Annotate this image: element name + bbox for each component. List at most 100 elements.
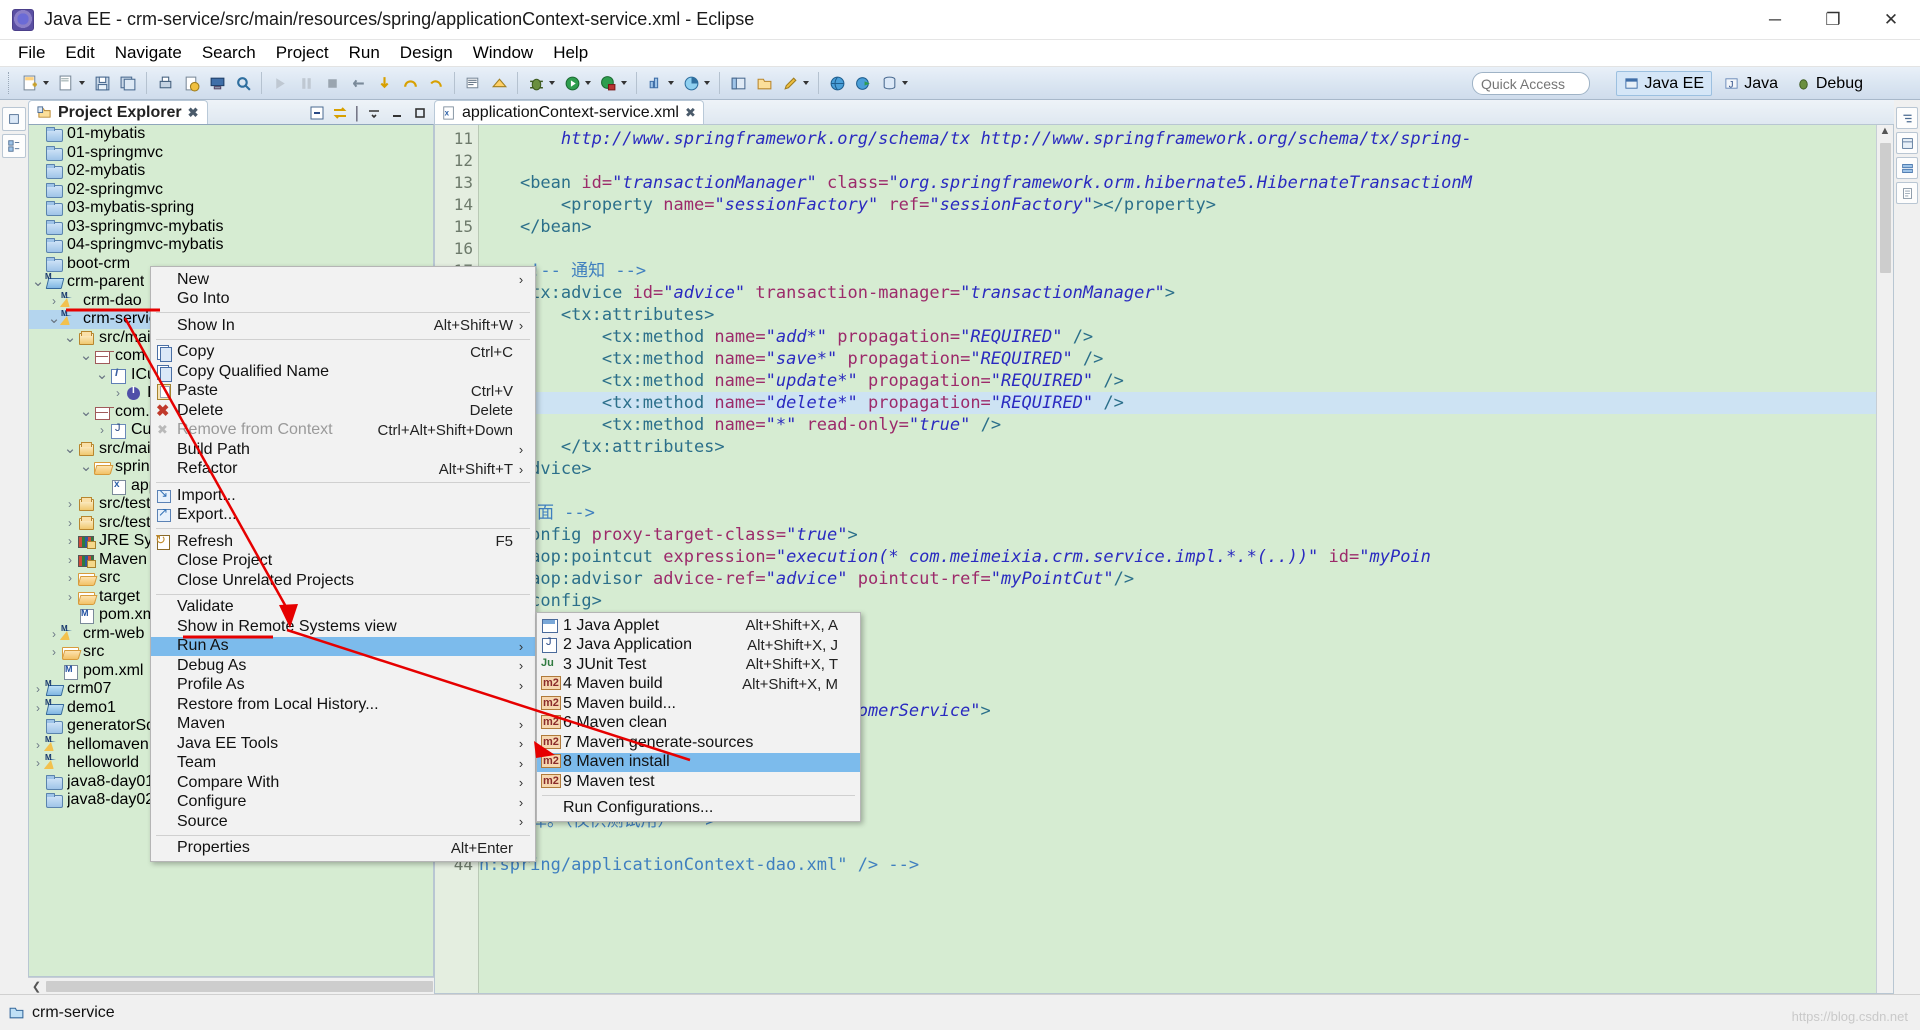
- coverage-dropdown-icon[interactable]: [704, 81, 710, 85]
- menu-item-maven[interactable]: Maven ›: [151, 715, 535, 735]
- menu-item-new[interactable]: New ›: [151, 270, 535, 290]
- view-menu-icon[interactable]: [366, 105, 382, 121]
- palette-view-icon[interactable]: [1896, 132, 1918, 154]
- resume-icon[interactable]: [268, 71, 292, 95]
- code-line[interactable]: </bean>: [479, 216, 1876, 238]
- collapse-all-icon[interactable]: [309, 105, 325, 121]
- menu-project[interactable]: Project: [266, 40, 339, 66]
- chevron-right-icon[interactable]: ›: [63, 571, 77, 585]
- chevron-down-icon[interactable]: ⌄: [79, 459, 93, 474]
- menu-item-build-path[interactable]: Build Path ›: [151, 440, 535, 460]
- menu-item-restore-from-local-history[interactable]: Restore from Local History...: [151, 695, 535, 715]
- project-context-menu[interactable]: New › Go Into Show In Alt+Shift+W › Copy Ctrl+C…: [150, 266, 536, 862]
- debug-dropdown-icon[interactable]: [549, 81, 555, 85]
- step-into-icon[interactable]: [372, 71, 396, 95]
- code-line[interactable]: !-- 切面 -->: [479, 502, 1876, 524]
- restore-view-icon[interactable]: [2, 107, 26, 131]
- minimize-button[interactable]: ─: [1746, 0, 1804, 40]
- open-task-icon[interactable]: [487, 71, 511, 95]
- close-icon[interactable]: ✖: [685, 105, 696, 121]
- chevron-down-icon[interactable]: ⌄: [63, 441, 77, 456]
- code-line[interactable]: <tx:method name="add*" propagation="REQU…: [479, 326, 1876, 348]
- print-icon[interactable]: [153, 71, 177, 95]
- chevron-right-icon[interactable]: ›: [111, 386, 125, 400]
- globe-run-icon[interactable]: [851, 71, 875, 95]
- code-line[interactable]: <aop:advisor advice-ref="advice" pointcu…: [479, 568, 1876, 590]
- explorer-horizontal-scrollbar[interactable]: ❮: [28, 977, 434, 994]
- chevron-right-icon[interactable]: ›: [63, 516, 77, 530]
- menu-design[interactable]: Design: [390, 40, 463, 66]
- chevron-down-icon[interactable]: ⌄: [95, 367, 109, 382]
- run-dropdown-icon[interactable]: [585, 81, 591, 85]
- debug-bug-icon[interactable]: [524, 71, 548, 95]
- code-line[interactable]: [479, 238, 1876, 260]
- menu-item-1-java-applet[interactable]: 1 Java Applet Alt+Shift+X, A: [537, 616, 860, 636]
- profile-dropdown-icon[interactable]: [668, 81, 674, 85]
- edit-dropdown-icon[interactable]: [803, 81, 809, 85]
- menu-file[interactable]: File: [8, 40, 55, 66]
- menu-item-compare-with[interactable]: Compare With ›: [151, 773, 535, 793]
- server-icon[interactable]: [205, 71, 229, 95]
- menu-item-source[interactable]: Source ›: [151, 812, 535, 832]
- menu-navigate[interactable]: Navigate: [105, 40, 192, 66]
- code-line[interactable]: <tx:method name="delete*" propagation="R…: [479, 392, 1876, 414]
- menu-window[interactable]: Window: [463, 40, 543, 66]
- snippets-view-icon[interactable]: [1896, 182, 1918, 204]
- tree-item-04-springmvc-mybatis[interactable]: 04-springmvc-mybatis: [29, 236, 433, 255]
- minimize-view-icon[interactable]: [389, 105, 405, 121]
- chevron-right-icon[interactable]: ›: [31, 682, 45, 696]
- scrollbar-thumb[interactable]: [1879, 143, 1891, 273]
- code-line[interactable]: http://www.springframework.org/schema/tx…: [479, 128, 1876, 150]
- maximize-button[interactable]: ❐: [1804, 0, 1862, 40]
- tree-item-01-mybatis[interactable]: 01-mybatis: [29, 125, 433, 144]
- perspective-java[interactable]: J Java: [1717, 71, 1785, 96]
- menu-item-team[interactable]: Team ›: [151, 754, 535, 774]
- menu-item-refresh[interactable]: Refresh F5: [151, 532, 535, 552]
- disconnect-icon[interactable]: [346, 71, 370, 95]
- chevron-down-icon[interactable]: ⌄: [79, 404, 93, 419]
- menu-edit[interactable]: Edit: [55, 40, 104, 66]
- link-with-editor-icon[interactable]: [332, 105, 348, 121]
- chevron-down-icon[interactable]: ⌄: [79, 348, 93, 363]
- menu-search[interactable]: Search: [192, 40, 266, 66]
- menu-item-show-in[interactable]: Show In Alt+Shift+W ›: [151, 316, 535, 336]
- step-over-icon[interactable]: [398, 71, 422, 95]
- menu-help[interactable]: Help: [543, 40, 598, 66]
- save-all-icon[interactable]: [116, 71, 140, 95]
- code-line[interactable]: <tx:advice id="advice" transaction-manag…: [479, 282, 1876, 304]
- tree-item-02-springmvc[interactable]: 02-springmvc: [29, 181, 433, 200]
- menu-item-remove-from-context[interactable]: Remove from Context Ctrl+Alt+Shift+Down: [151, 421, 535, 441]
- code-line[interactable]: <!-- 通知 -->: [479, 260, 1876, 282]
- source-code[interactable]: http://www.springframework.org/schema/tx…: [479, 125, 1876, 993]
- menu-item-properties[interactable]: Properties Alt+Enter: [151, 839, 535, 859]
- save-icon[interactable]: [90, 71, 114, 95]
- menu-item-close-unrelated-projects[interactable]: Close Unrelated Projects: [151, 571, 535, 591]
- menu-item-delete[interactable]: Delete Delete: [151, 401, 535, 421]
- run-external-dropdown-icon[interactable]: [621, 81, 627, 85]
- menu-item-run-as[interactable]: Run As ›: [151, 636, 535, 656]
- menu-item-close-project[interactable]: Close Project: [151, 552, 535, 572]
- code-line[interactable]: [479, 480, 1876, 502]
- close-button[interactable]: ✕: [1862, 0, 1920, 40]
- maximize-view-icon[interactable]: [412, 105, 428, 121]
- editor-vertical-scrollbar[interactable]: ▲: [1876, 125, 1893, 993]
- menu-item-4-maven-build[interactable]: 4 Maven build Alt+Shift+X, M: [537, 675, 860, 695]
- menu-item-debug-as[interactable]: Debug As ›: [151, 656, 535, 676]
- menu-item-refactor[interactable]: Refactor Alt+Shift+T ›: [151, 460, 535, 480]
- tree-item-03-mybatis-spring[interactable]: 03-mybatis-spring: [29, 199, 433, 218]
- validate-icon[interactable]: [179, 71, 203, 95]
- database-dropdown-icon[interactable]: [902, 81, 908, 85]
- code-line[interactable]: [479, 150, 1876, 172]
- menu-item-5-maven-build[interactable]: 5 Maven build...: [537, 694, 860, 714]
- code-line[interactable]: <tx:attributes>: [479, 304, 1876, 326]
- run-icon[interactable]: [560, 71, 584, 95]
- menu-item-go-into[interactable]: Go Into: [151, 290, 535, 310]
- menu-item-import[interactable]: Import...: [151, 486, 535, 506]
- chevron-down-icon[interactable]: ⌄: [47, 311, 61, 326]
- menu-item-java-ee-tools[interactable]: Java EE Tools ›: [151, 734, 535, 754]
- code-line[interactable]: <tx:method name="update*" propagation="R…: [479, 370, 1876, 392]
- quick-access-input[interactable]: [1472, 72, 1590, 95]
- suspend-icon[interactable]: [294, 71, 318, 95]
- perspective-java-ee[interactable]: Java EE: [1616, 71, 1712, 96]
- project-explorer-fastview-icon[interactable]: [2, 134, 26, 158]
